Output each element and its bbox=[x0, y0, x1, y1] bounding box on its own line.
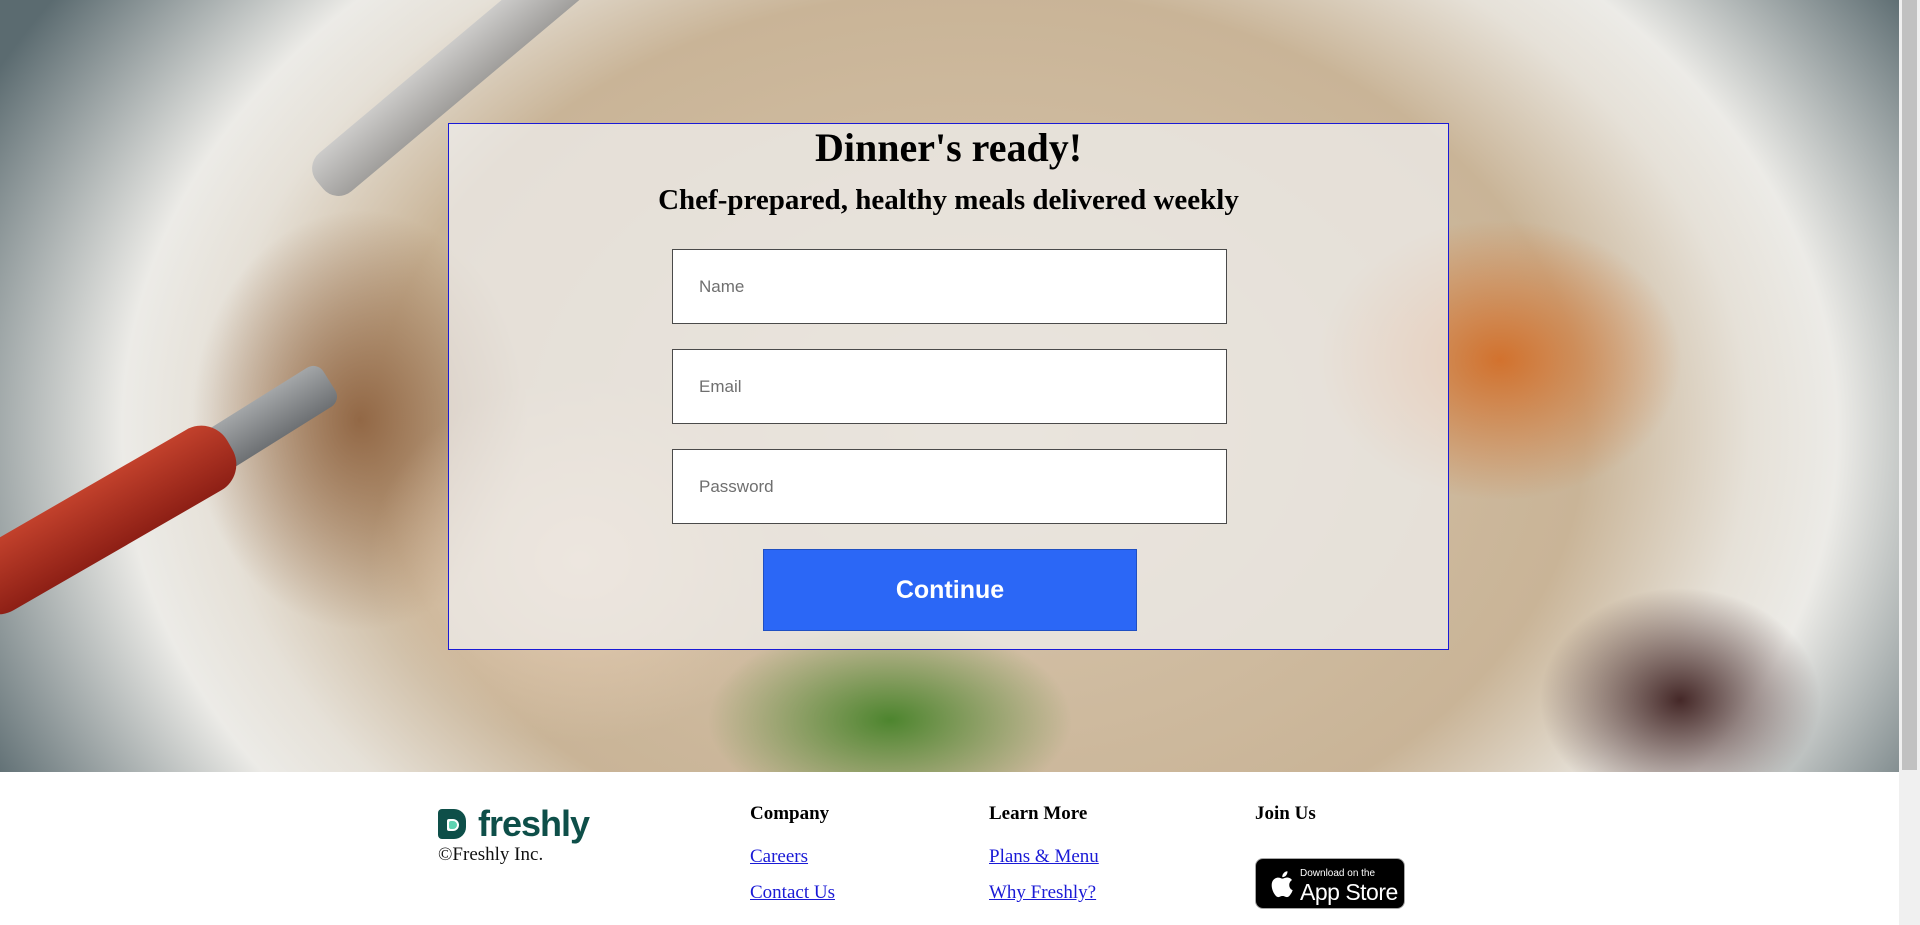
apple-icon bbox=[1271, 871, 1293, 898]
footer-link-careers[interactable]: Careers bbox=[750, 846, 808, 868]
name-field[interactable] bbox=[672, 249, 1227, 324]
footer-link-why-freshly[interactable]: Why Freshly? bbox=[989, 882, 1096, 904]
brand-name: freshly bbox=[478, 803, 590, 844]
page-title: Dinner's ready! bbox=[814, 125, 1083, 170]
email-field[interactable] bbox=[672, 349, 1227, 424]
footer-link-contact-us[interactable]: Contact Us bbox=[750, 882, 835, 904]
signup-panel: Dinner's ready! Chef-prepared, healthy m… bbox=[448, 123, 1449, 650]
continue-button[interactable]: Continue bbox=[763, 549, 1137, 631]
app-store-badge[interactable]: Download on the App Store bbox=[1255, 858, 1405, 909]
hero-background-image: Dinner's ready! Chef-prepared, healthy m… bbox=[0, 0, 1899, 772]
password-field[interactable] bbox=[672, 449, 1227, 524]
footer-heading-company: Company bbox=[750, 803, 830, 824]
scrollbar-thumb[interactable] bbox=[1902, 0, 1917, 770]
footer bbox=[0, 772, 1899, 925]
fork-handle bbox=[0, 414, 248, 626]
footer-link-plans-menu[interactable]: Plans & Menu bbox=[989, 846, 1099, 868]
footer-heading-learn-more: Learn More bbox=[989, 803, 1088, 824]
freshly-logo-icon bbox=[438, 809, 466, 839]
freshly-logo[interactable]: freshly bbox=[438, 803, 590, 845]
copyright-text: ©Freshly Inc. bbox=[438, 844, 544, 865]
page-subtitle: Chef-prepared, healthy meals delivered w… bbox=[658, 184, 1239, 216]
vertical-scrollbar[interactable] bbox=[1899, 0, 1920, 925]
app-store-label: App Store bbox=[1300, 879, 1398, 905]
app-store-small-label: Download on the bbox=[1300, 868, 1376, 879]
footer-heading-join-us: Join Us bbox=[1255, 803, 1316, 824]
